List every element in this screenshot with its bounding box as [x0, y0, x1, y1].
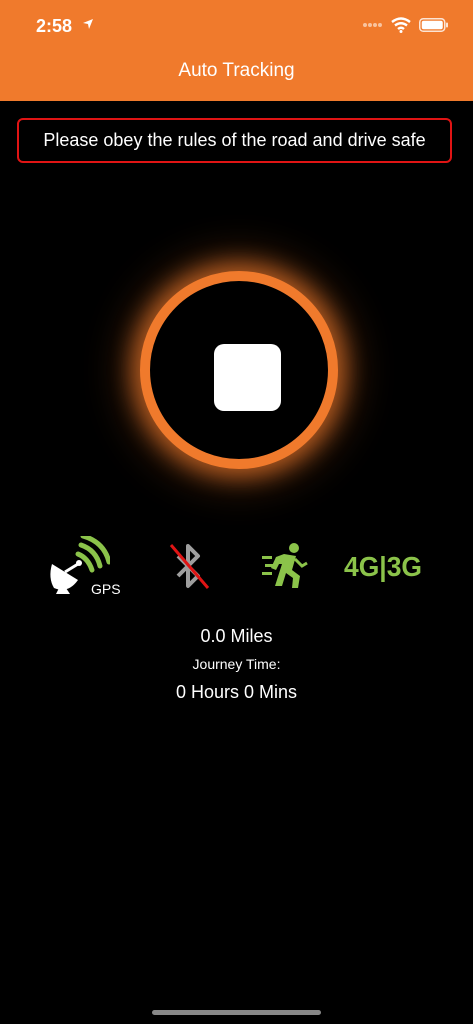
journey-duration: 0 Hours 0 Mins — [175, 682, 298, 702]
app-header: 2:58 Auto Tracking — [0, 0, 473, 101]
location-arrow-icon — [83, 19, 93, 29]
page-title: Auto Tracking — [178, 60, 295, 81]
stop-icon — [214, 344, 281, 411]
home-indicator[interactable] — [152, 1010, 321, 1015]
svg-text:4G|3G: 4G|3G — [344, 551, 422, 582]
distance-value: 0.0 Miles — [200, 626, 273, 646]
status-icons — [363, 14, 449, 36]
gps-label: GPS — [91, 581, 121, 597]
wifi-icon — [391, 17, 411, 33]
bluetooth-disabled-icon — [169, 544, 210, 589]
journey-time-label: Journey Time: — [192, 656, 281, 672]
status-time: 2:58 — [36, 16, 73, 36]
signal-dots-icon — [363, 23, 382, 27]
battery-icon — [419, 18, 448, 32]
motion-running-icon — [262, 543, 308, 588]
safety-notice: Please obey the rules of the road and dr… — [17, 118, 452, 163]
status-indicators: 4G|3G — [0, 536, 473, 596]
stop-tracking-button[interactable] — [140, 271, 338, 469]
network-4g-3g-icon: 4G|3G — [344, 551, 422, 582]
